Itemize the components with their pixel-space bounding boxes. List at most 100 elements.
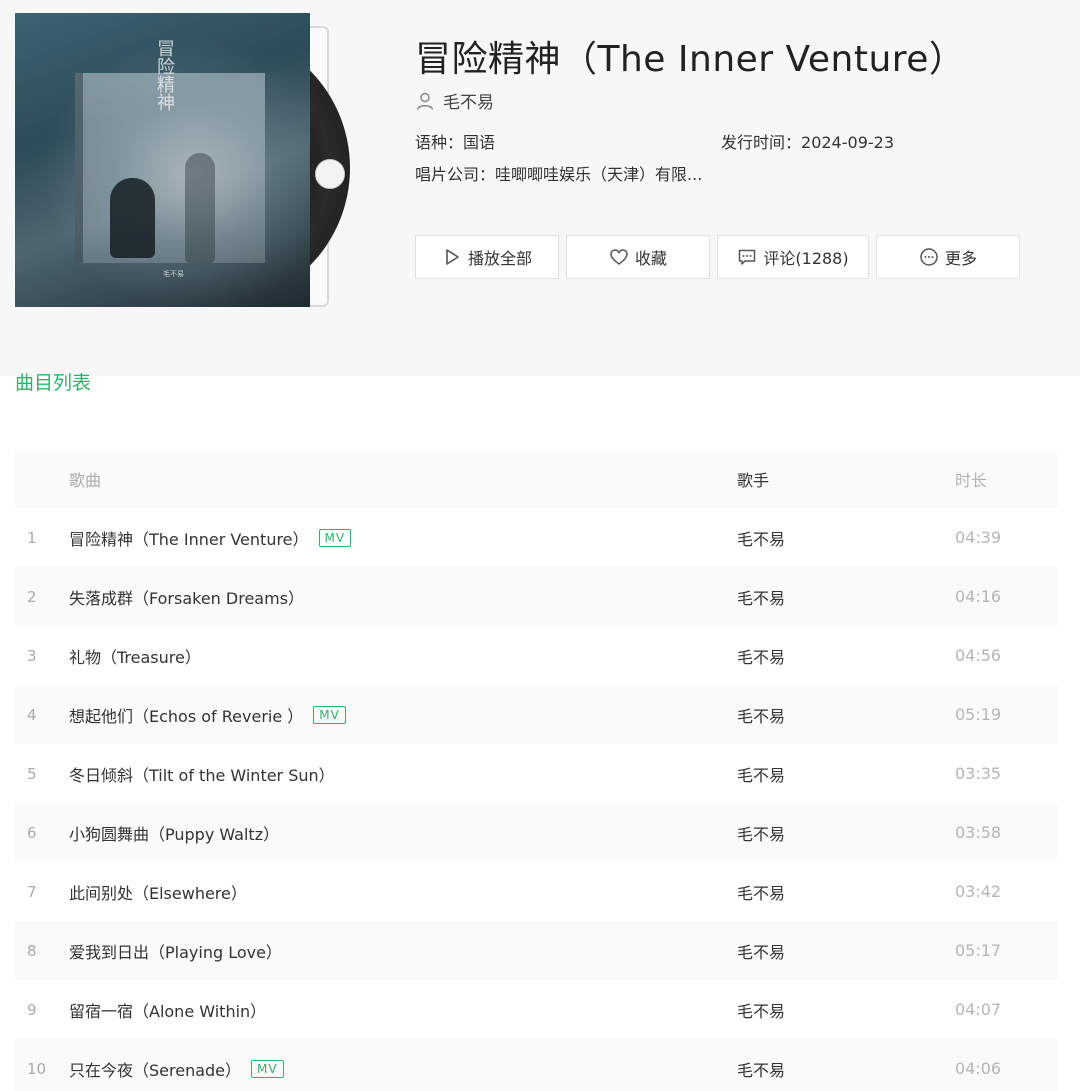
cover-title-text: 冒险精神 bbox=[154, 39, 175, 111]
favorite-label: 收藏 bbox=[634, 249, 667, 268]
track-number: 6 bbox=[27, 823, 37, 842]
track-title-cell: 留宿一宿（Alone Within） bbox=[69, 998, 737, 1022]
track-number: 9 bbox=[27, 1000, 37, 1019]
track-title[interactable]: 只在今夜（Serenade） bbox=[69, 1057, 241, 1081]
track-row[interactable]: 1 冒险精神（The Inner Venture） MV 毛不易 04:39 bbox=[15, 508, 1058, 567]
track-number: 2 bbox=[27, 587, 37, 606]
release-date-label: 发行时间： bbox=[721, 133, 802, 152]
record-label-meta: 唱片公司：哇唧唧哇娱乐（天津）有限... bbox=[415, 161, 702, 185]
track-title[interactable]: 礼物（Treasure） bbox=[69, 644, 201, 668]
track-row[interactable]: 8 爱我到日出（Playing Love） 毛不易 05:17 bbox=[15, 921, 1058, 980]
track-title[interactable]: 冬日倾斜（Tilt of the Winter Sun） bbox=[69, 762, 335, 786]
track-duration: 03:42 bbox=[955, 882, 1002, 901]
comment-icon bbox=[739, 249, 756, 265]
track-title-cell: 礼物（Treasure） bbox=[69, 644, 737, 668]
tracklist-section-title: 曲目列表 bbox=[15, 372, 92, 394]
track-title[interactable]: 此间别处（Elsewhere） bbox=[69, 880, 247, 904]
track-row[interactable]: 2 失落成群（Forsaken Dreams） 毛不易 04:16 bbox=[15, 567, 1058, 626]
track-row[interactable]: 10 只在今夜（Serenade） MV 毛不易 04:06 bbox=[15, 1039, 1058, 1091]
heart-icon bbox=[610, 249, 628, 265]
track-title-cell: 冒险精神（The Inner Venture） MV bbox=[69, 526, 737, 550]
release-date-meta: 发行时间：2024-09-23 bbox=[721, 129, 894, 153]
user-icon bbox=[416, 92, 434, 110]
track-title[interactable]: 冒险精神（The Inner Venture） bbox=[69, 526, 309, 550]
track-artist[interactable]: 毛不易 bbox=[737, 526, 955, 550]
header-duration: 时长 bbox=[955, 471, 988, 490]
track-number: 3 bbox=[27, 646, 37, 665]
track-artist[interactable]: 毛不易 bbox=[737, 939, 955, 963]
track-title-cell: 失落成群（Forsaken Dreams） bbox=[69, 585, 737, 609]
tracklist-header: 歌曲 歌手 时长 bbox=[15, 450, 1058, 508]
track-artist[interactable]: 毛不易 bbox=[737, 880, 955, 904]
track-number: 10 bbox=[27, 1059, 47, 1078]
comments-button[interactable]: 评论(1288) bbox=[717, 235, 869, 279]
track-row[interactable]: 6 小狗圆舞曲（Puppy Waltz） 毛不易 03:58 bbox=[15, 803, 1058, 862]
track-row[interactable]: 7 此间别处（Elsewhere） 毛不易 03:42 bbox=[15, 862, 1058, 921]
track-duration: 04:06 bbox=[955, 1059, 1002, 1078]
play-all-label: 播放全部 bbox=[467, 249, 532, 268]
track-title-cell: 此间别处（Elsewhere） bbox=[69, 880, 737, 904]
track-number: 1 bbox=[27, 528, 37, 547]
track-artist[interactable]: 毛不易 bbox=[737, 998, 955, 1022]
track-number: 5 bbox=[27, 764, 37, 783]
track-title-cell: 冬日倾斜（Tilt of the Winter Sun） bbox=[69, 762, 737, 786]
track-number: 4 bbox=[27, 705, 37, 724]
header-artist: 歌手 bbox=[737, 471, 770, 490]
more-label: 更多 bbox=[944, 249, 977, 268]
track-duration: 04:56 bbox=[955, 646, 1002, 665]
record-label-label: 唱片公司： bbox=[415, 165, 496, 184]
track-duration: 05:19 bbox=[955, 705, 1002, 724]
track-title-cell: 爱我到日出（Playing Love） bbox=[69, 939, 737, 963]
mv-badge[interactable]: MV bbox=[251, 1059, 284, 1078]
vinyl-disc-center bbox=[315, 159, 345, 189]
track-row[interactable]: 4 想起他们（Echos of Reverie ） MV 毛不易 05:19 bbox=[15, 685, 1058, 744]
artist-name[interactable]: 毛不易 bbox=[443, 88, 494, 113]
track-artist[interactable]: 毛不易 bbox=[737, 703, 955, 727]
cover-figure-art bbox=[110, 178, 155, 258]
comments-label: 评论(1288) bbox=[763, 249, 849, 268]
favorite-button[interactable]: 收藏 bbox=[566, 235, 710, 279]
track-title-cell: 小狗圆舞曲（Puppy Waltz） bbox=[69, 821, 737, 845]
track-row[interactable]: 3 礼物（Treasure） 毛不易 04:56 bbox=[15, 626, 1058, 685]
track-row[interactable]: 5 冬日倾斜（Tilt of the Winter Sun） 毛不易 03:35 bbox=[15, 744, 1058, 803]
play-all-button[interactable]: 播放全部 bbox=[415, 235, 559, 279]
track-artist[interactable]: 毛不易 bbox=[737, 585, 955, 609]
mv-badge[interactable]: MV bbox=[313, 705, 346, 724]
track-duration: 05:17 bbox=[955, 941, 1002, 960]
action-buttons: 播放全部 收藏 评论(1288) 更多 bbox=[415, 235, 1027, 279]
track-number: 7 bbox=[27, 882, 37, 901]
play-icon bbox=[446, 249, 459, 265]
language-value: 国语 bbox=[463, 133, 496, 152]
language-meta: 语种：国语 bbox=[415, 129, 495, 153]
language-label: 语种： bbox=[415, 133, 464, 152]
artist-link[interactable]: 毛不易 bbox=[415, 88, 494, 113]
track-artist[interactable]: 毛不易 bbox=[737, 821, 955, 845]
track-artist[interactable]: 毛不易 bbox=[737, 644, 955, 668]
header-song: 歌曲 bbox=[69, 471, 102, 490]
album-cover-image[interactable]: 冒险精神 毛不易 bbox=[15, 13, 310, 307]
track-duration: 04:16 bbox=[955, 587, 1002, 606]
track-title[interactable]: 想起他们（Echos of Reverie ） bbox=[69, 703, 303, 727]
track-title[interactable]: 小狗圆舞曲（Puppy Waltz） bbox=[69, 821, 279, 845]
track-title[interactable]: 爱我到日出（Playing Love） bbox=[69, 939, 282, 963]
cover-figure-art bbox=[185, 153, 215, 263]
album-title: 冒险精神（The Inner Venture） bbox=[415, 39, 966, 80]
track-row[interactable]: 9 留宿一宿（Alone Within） 毛不易 04:07 bbox=[15, 980, 1058, 1039]
track-artist[interactable]: 毛不易 bbox=[737, 762, 955, 786]
more-icon bbox=[920, 248, 938, 266]
track-artist[interactable]: 毛不易 bbox=[737, 1057, 955, 1081]
track-title[interactable]: 留宿一宿（Alone Within） bbox=[69, 998, 266, 1022]
more-button[interactable]: 更多 bbox=[876, 235, 1020, 279]
track-number: 8 bbox=[27, 941, 37, 960]
release-date-value: 2024-09-23 bbox=[801, 133, 894, 152]
track-duration: 03:35 bbox=[955, 764, 1002, 783]
track-title[interactable]: 失落成群（Forsaken Dreams） bbox=[69, 585, 304, 609]
track-duration: 04:07 bbox=[955, 1000, 1002, 1019]
album-cover-area[interactable]: 冒险精神 毛不易 bbox=[15, 13, 355, 308]
track-duration: 03:58 bbox=[955, 823, 1002, 842]
track-title-cell: 想起他们（Echos of Reverie ） MV bbox=[69, 703, 737, 727]
mv-badge[interactable]: MV bbox=[318, 528, 352, 547]
track-title-cell: 只在今夜（Serenade） MV bbox=[69, 1057, 737, 1081]
record-label-value[interactable]: 哇唧唧哇娱乐（天津）有限... bbox=[495, 165, 702, 184]
cover-signature: 毛不易 bbox=[163, 270, 184, 278]
